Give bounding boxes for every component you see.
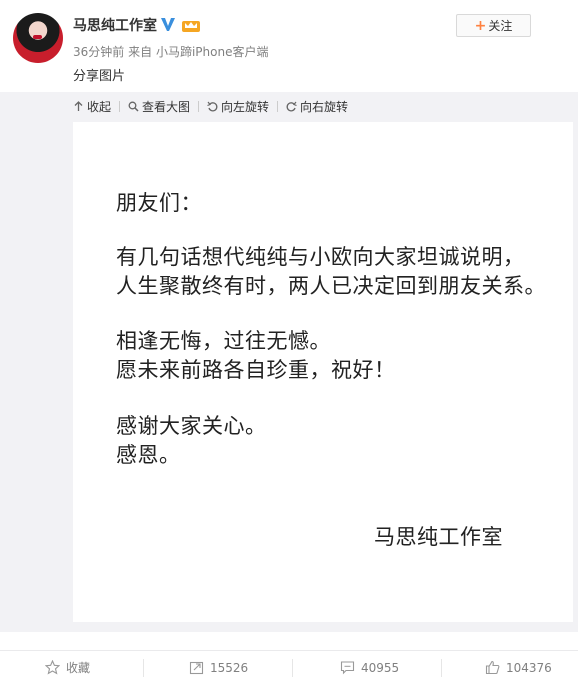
collapse-label: 收起 <box>87 99 112 114</box>
avatar-detail <box>33 35 42 39</box>
letter-line: 人生聚散终有时，两人已决定回到朋友关系。 <box>116 274 546 298</box>
comment-icon <box>340 661 355 675</box>
action-divider <box>441 659 442 677</box>
action-divider <box>292 659 293 677</box>
toolbar-divider <box>119 100 121 112</box>
from-label: 来自 <box>128 45 153 59</box>
letter-line: 感谢大家关心。 <box>116 414 267 438</box>
favorite-button[interactable]: 收藏 <box>45 651 90 683</box>
letter-signature: 马思纯工作室 <box>374 525 503 549</box>
thumbs-up-icon <box>485 660 500 675</box>
letter-line: 相逢无悔，过往无憾。 <box>116 329 331 353</box>
like-count: 104376 <box>506 660 552 675</box>
avatar[interactable] <box>13 13 63 63</box>
rotate-right-icon <box>286 101 297 111</box>
follow-label: 关注 <box>488 19 513 33</box>
repost-button[interactable]: 15526 <box>189 651 248 683</box>
follow-button[interactable]: + 关注 <box>456 14 531 37</box>
plus-icon: + <box>474 17 487 34</box>
post-meta: 36分钟前 来自 小马蹄iPhone客户端 <box>73 43 268 60</box>
collapse-button[interactable]: 收起 <box>73 98 111 115</box>
post-source[interactable]: 小马蹄iPhone客户端 <box>156 45 269 59</box>
letter-line: 有几句话想代纯纯与小欧向大家坦诚说明， <box>116 245 525 269</box>
verified-icon[interactable] <box>160 16 176 32</box>
repost-count: 15526 <box>210 660 249 675</box>
arrow-up-icon <box>74 100 83 111</box>
repost-icon <box>189 661 204 675</box>
favorite-label: 收藏 <box>66 661 91 675</box>
magnifier-icon <box>128 101 139 112</box>
post-header: 马思纯工作室 36分钟前 来自 小马蹄iPhone客户端 分享图片 + 关注 <box>0 0 578 92</box>
rotate-left-icon <box>207 101 218 111</box>
action-bar: 收藏 15526 40955 104376 <box>0 650 578 683</box>
post-text: 分享图片 <box>73 69 126 84</box>
rotate-left-button[interactable]: 向左旋转 <box>207 98 269 115</box>
toolbar-divider <box>277 100 279 112</box>
post-image[interactable]: 朋友们： 有几句话想代纯纯与小欧向大家坦诚说明， 人生聚散终有时，两人已决定回到… <box>73 122 573 622</box>
star-icon <box>45 660 60 675</box>
rotate-left-label: 向左旋转 <box>221 99 270 114</box>
view-large-label: 查看大图 <box>142 99 191 114</box>
like-button[interactable]: 104376 <box>485 651 552 683</box>
view-large-button[interactable]: 查看大图 <box>128 98 190 115</box>
comment-button[interactable]: 40955 <box>340 651 399 683</box>
toolbar-divider <box>198 100 200 112</box>
rotate-right-button[interactable]: 向右旋转 <box>286 98 348 115</box>
username[interactable]: 马思纯工作室 <box>73 15 157 35</box>
action-divider <box>143 659 144 677</box>
post-time[interactable]: 36分钟前 <box>73 45 124 59</box>
letter-line: 愿未来前路各自珍重，祝好！ <box>116 358 396 382</box>
vip-crown-icon[interactable] <box>181 17 201 33</box>
rotate-right-label: 向右旋转 <box>300 99 349 114</box>
letter-line: 感恩。 <box>116 443 181 467</box>
image-toolbar: 收起 查看大图 向左旋转 向右旋转 <box>73 97 348 115</box>
letter-greeting: 朋友们： <box>116 191 202 215</box>
comment-count: 40955 <box>361 660 400 675</box>
